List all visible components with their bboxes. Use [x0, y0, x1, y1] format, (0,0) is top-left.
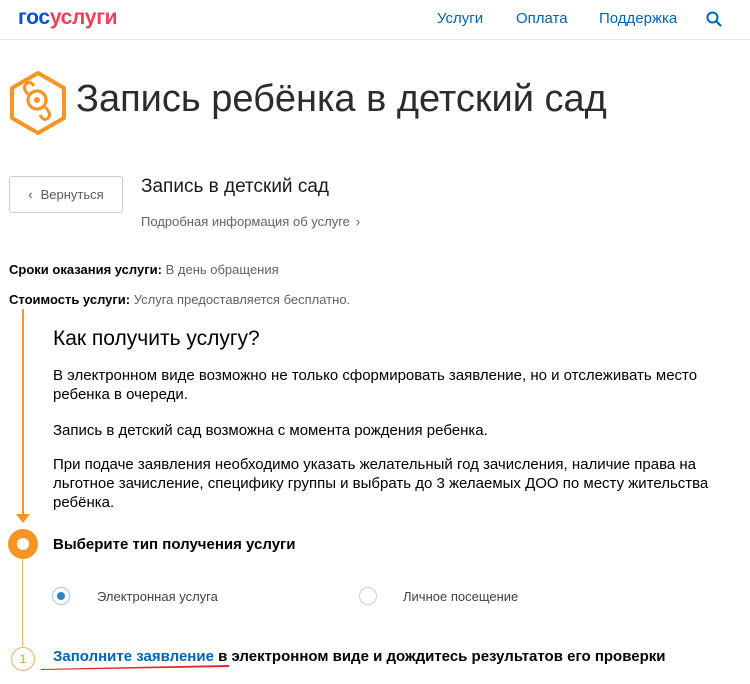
pacifier-icon [10, 71, 66, 135]
service-title: Запись в детский сад [141, 176, 329, 197]
how-paragraph-birth: Запись в детский сад возможна с момента … [53, 422, 488, 439]
timeline-line-lower [22, 558, 23, 646]
nav-payment[interactable]: Оплата [516, 10, 568, 27]
nav-support[interactable]: Поддержка [599, 10, 677, 27]
radio-personal-visit[interactable] [359, 587, 377, 605]
how-to-heading: Как получить услугу? [53, 327, 260, 350]
back-button[interactable]: ‹ Вернуться [9, 176, 123, 213]
page-title: Запись ребёнка в детский сад [76, 78, 607, 120]
radio-electronic[interactable] [52, 587, 70, 605]
nav-services[interactable]: Услуги [437, 10, 483, 27]
top-header: госуслуги Услуги Оплата Поддержка [0, 0, 750, 40]
chevron-left-icon: ‹ [28, 187, 33, 202]
search-icon[interactable] [705, 10, 723, 28]
timeline-current-step-icon [8, 529, 38, 559]
gosuslugi-logo[interactable]: госуслуги [18, 6, 118, 30]
radio-electronic-label[interactable]: Электронная услуга [97, 589, 218, 604]
timeline-arrow-icon [16, 514, 30, 523]
service-terms: Сроки оказания услуги: В день обращения [9, 262, 279, 277]
how-paragraph-online: В электронном виде возможно не только сф… [53, 367, 698, 403]
timeline-line [22, 309, 24, 519]
receipt-type-heading: Выберите тип получения услуги [53, 536, 296, 553]
back-button-label: Вернуться [40, 187, 104, 202]
service-details-link[interactable]: Подробная информация об услуге › [141, 214, 360, 229]
how-paragraph-requirements: При подаче заявления необходимо указать … [53, 456, 709, 511]
fill-application-link[interactable]: Заполните заявление [53, 648, 214, 665]
step-fill-application: Заполните заявление в электронном виде и… [53, 648, 666, 665]
annotation-underline [41, 665, 229, 670]
service-cost: Стоимость услуги: Услуга предоставляется… [9, 292, 351, 307]
radio-personal-visit-label[interactable]: Личное посещение [403, 589, 518, 604]
chevron-right-icon: › [355, 214, 361, 229]
step-number-badge: 1 [11, 647, 35, 671]
